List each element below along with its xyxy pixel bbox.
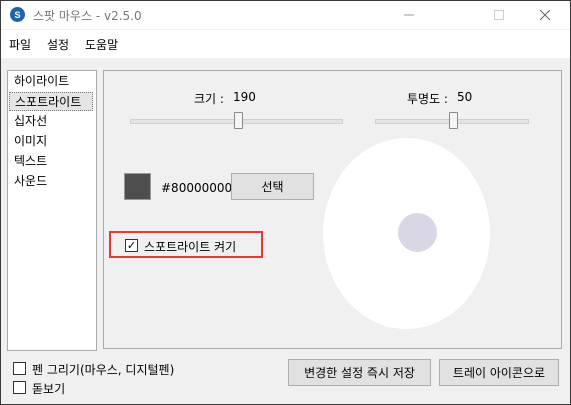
menu-help[interactable]: 도움말: [85, 36, 118, 53]
size-label: 크기 :: [194, 92, 224, 106]
category-text[interactable]: 텍스트: [9, 152, 98, 171]
category-image[interactable]: 이미지: [9, 132, 98, 151]
enable-spotlight-label: 스포트라이트 켜기: [144, 240, 237, 254]
tray-icon-button[interactable]: 트레이 아이콘으로: [439, 359, 559, 386]
menu-bar: 파일 설정 도움말: [1, 30, 570, 58]
opacity-label: 투명도 :: [407, 92, 448, 106]
spotlight-preview-center: [398, 213, 437, 252]
choose-color-button[interactable]: 선택: [231, 173, 314, 200]
category-crosshair[interactable]: 십자선: [9, 112, 98, 131]
close-icon: [540, 10, 550, 20]
menu-file[interactable]: 파일: [9, 36, 31, 53]
app-window: S 스팟 마우스 - v2.5.0 파일 설정 도움말 하이라이트 스포트라이트…: [0, 0, 571, 405]
category-sound[interactable]: 사운드: [9, 172, 98, 191]
title-bar: S 스팟 마우스 - v2.5.0: [1, 1, 570, 29]
maximize-icon: [494, 10, 504, 20]
size-value: 190: [233, 90, 256, 104]
opacity-value: 50: [457, 90, 473, 104]
magnifier-checkbox[interactable]: [13, 381, 26, 394]
menu-settings[interactable]: 설정: [47, 36, 69, 53]
magnifier-label: 돋보기: [32, 382, 66, 396]
category-spotlight[interactable]: 스포트라이트: [9, 92, 93, 111]
category-list[interactable]: 하이라이트 스포트라이트 십자선 이미지 텍스트 사운드: [7, 70, 97, 351]
pen-draw-checkbox[interactable]: [13, 362, 26, 375]
opacity-slider-thumb[interactable]: [448, 112, 458, 129]
enable-spotlight-checkbox[interactable]: ✓: [125, 239, 138, 252]
color-hex-value: #80000000: [161, 181, 233, 195]
color-swatch: [124, 173, 151, 200]
window-title: 스팟 마우스 - v2.5.0: [33, 9, 142, 23]
minimize-button[interactable]: [386, 1, 432, 29]
size-slider-thumb[interactable]: [233, 112, 243, 129]
minimize-icon: [404, 14, 414, 16]
maximize-button[interactable]: [476, 1, 522, 29]
close-button[interactable]: [522, 1, 568, 29]
category-highlight[interactable]: 하이라이트: [9, 72, 98, 91]
save-settings-button[interactable]: 변경한 설정 즉시 저장: [288, 359, 431, 386]
app-logo-icon: S: [10, 7, 25, 22]
pen-draw-label: 펜 그리기(마우스, 디지털펜): [32, 363, 175, 377]
